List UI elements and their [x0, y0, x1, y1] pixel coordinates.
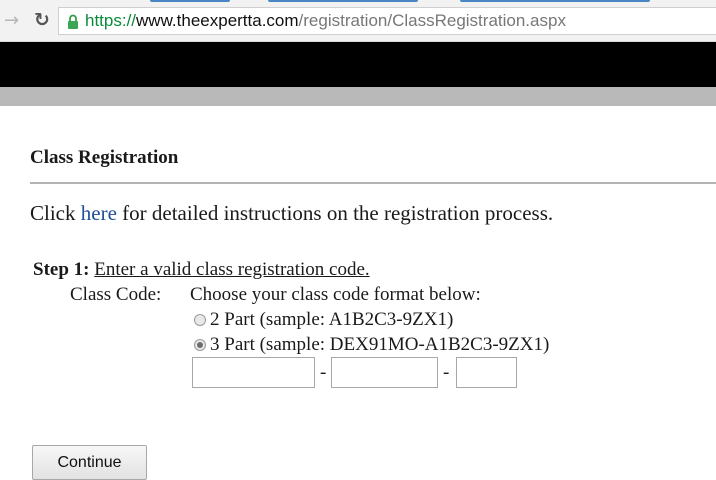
- browser-toolbar: → ↻ https://www.theexpertta.com/registra…: [0, 0, 716, 42]
- forward-arrow-icon[interactable]: →: [4, 10, 24, 32]
- title-divider: [30, 182, 716, 184]
- class-code-format-prompt: Choose your class code format below:: [190, 284, 481, 305]
- step1-instruction: Enter a valid class registration code.: [94, 259, 370, 280]
- step1-heading: Step 1: Enter a valid class registration…: [33, 258, 370, 282]
- radio-3-part-label: 3 Part (sample: DEX91MO-A1B2C3-9ZX1): [210, 334, 550, 355]
- url-scheme: https://: [85, 11, 137, 30]
- tab-strip-edge: [0, 0, 716, 6]
- class-code-part1-input[interactable]: [192, 357, 315, 388]
- site-nav-bar: [0, 87, 716, 106]
- url-host: www.theexpertta.com: [136, 11, 299, 30]
- radio-3-part[interactable]: [194, 339, 206, 351]
- radio-2-part-label: 2 Part (sample: A1B2C3-9ZX1): [210, 309, 454, 330]
- page-title: Class Registration: [30, 147, 179, 168]
- url-text: https://www.theexpertta.com/registration…: [85, 10, 566, 32]
- instructions-text: Click here for detailed instructions on …: [30, 199, 553, 227]
- class-code-part2-input[interactable]: [331, 357, 438, 388]
- class-code-part3-input[interactable]: [456, 357, 517, 388]
- step1-label: Step 1:: [33, 259, 90, 280]
- radio-option-2-part[interactable]: 2 Part (sample: A1B2C3-9ZX1): [194, 308, 453, 332]
- lock-icon: [68, 14, 78, 29]
- site-header-bar: [0, 42, 716, 87]
- url-path: /registration/ClassRegistration.aspx: [298, 11, 566, 30]
- instructions-link[interactable]: here: [81, 201, 117, 225]
- instructions-suffix: for detailed instructions on the registr…: [116, 201, 554, 225]
- code-separator-2: -: [443, 362, 450, 383]
- address-bar[interactable]: https://www.theexpertta.com/registration…: [58, 7, 716, 35]
- reload-icon[interactable]: ↻: [34, 9, 56, 31]
- class-code-label: Class Code:: [70, 284, 162, 305]
- code-separator-1: -: [320, 362, 327, 383]
- radio-option-3-part[interactable]: 3 Part (sample: DEX91MO-A1B2C3-9ZX1): [194, 333, 549, 357]
- radio-2-part[interactable]: [194, 314, 206, 326]
- instructions-prefix: Click: [30, 201, 81, 225]
- continue-button[interactable]: Continue: [32, 445, 147, 480]
